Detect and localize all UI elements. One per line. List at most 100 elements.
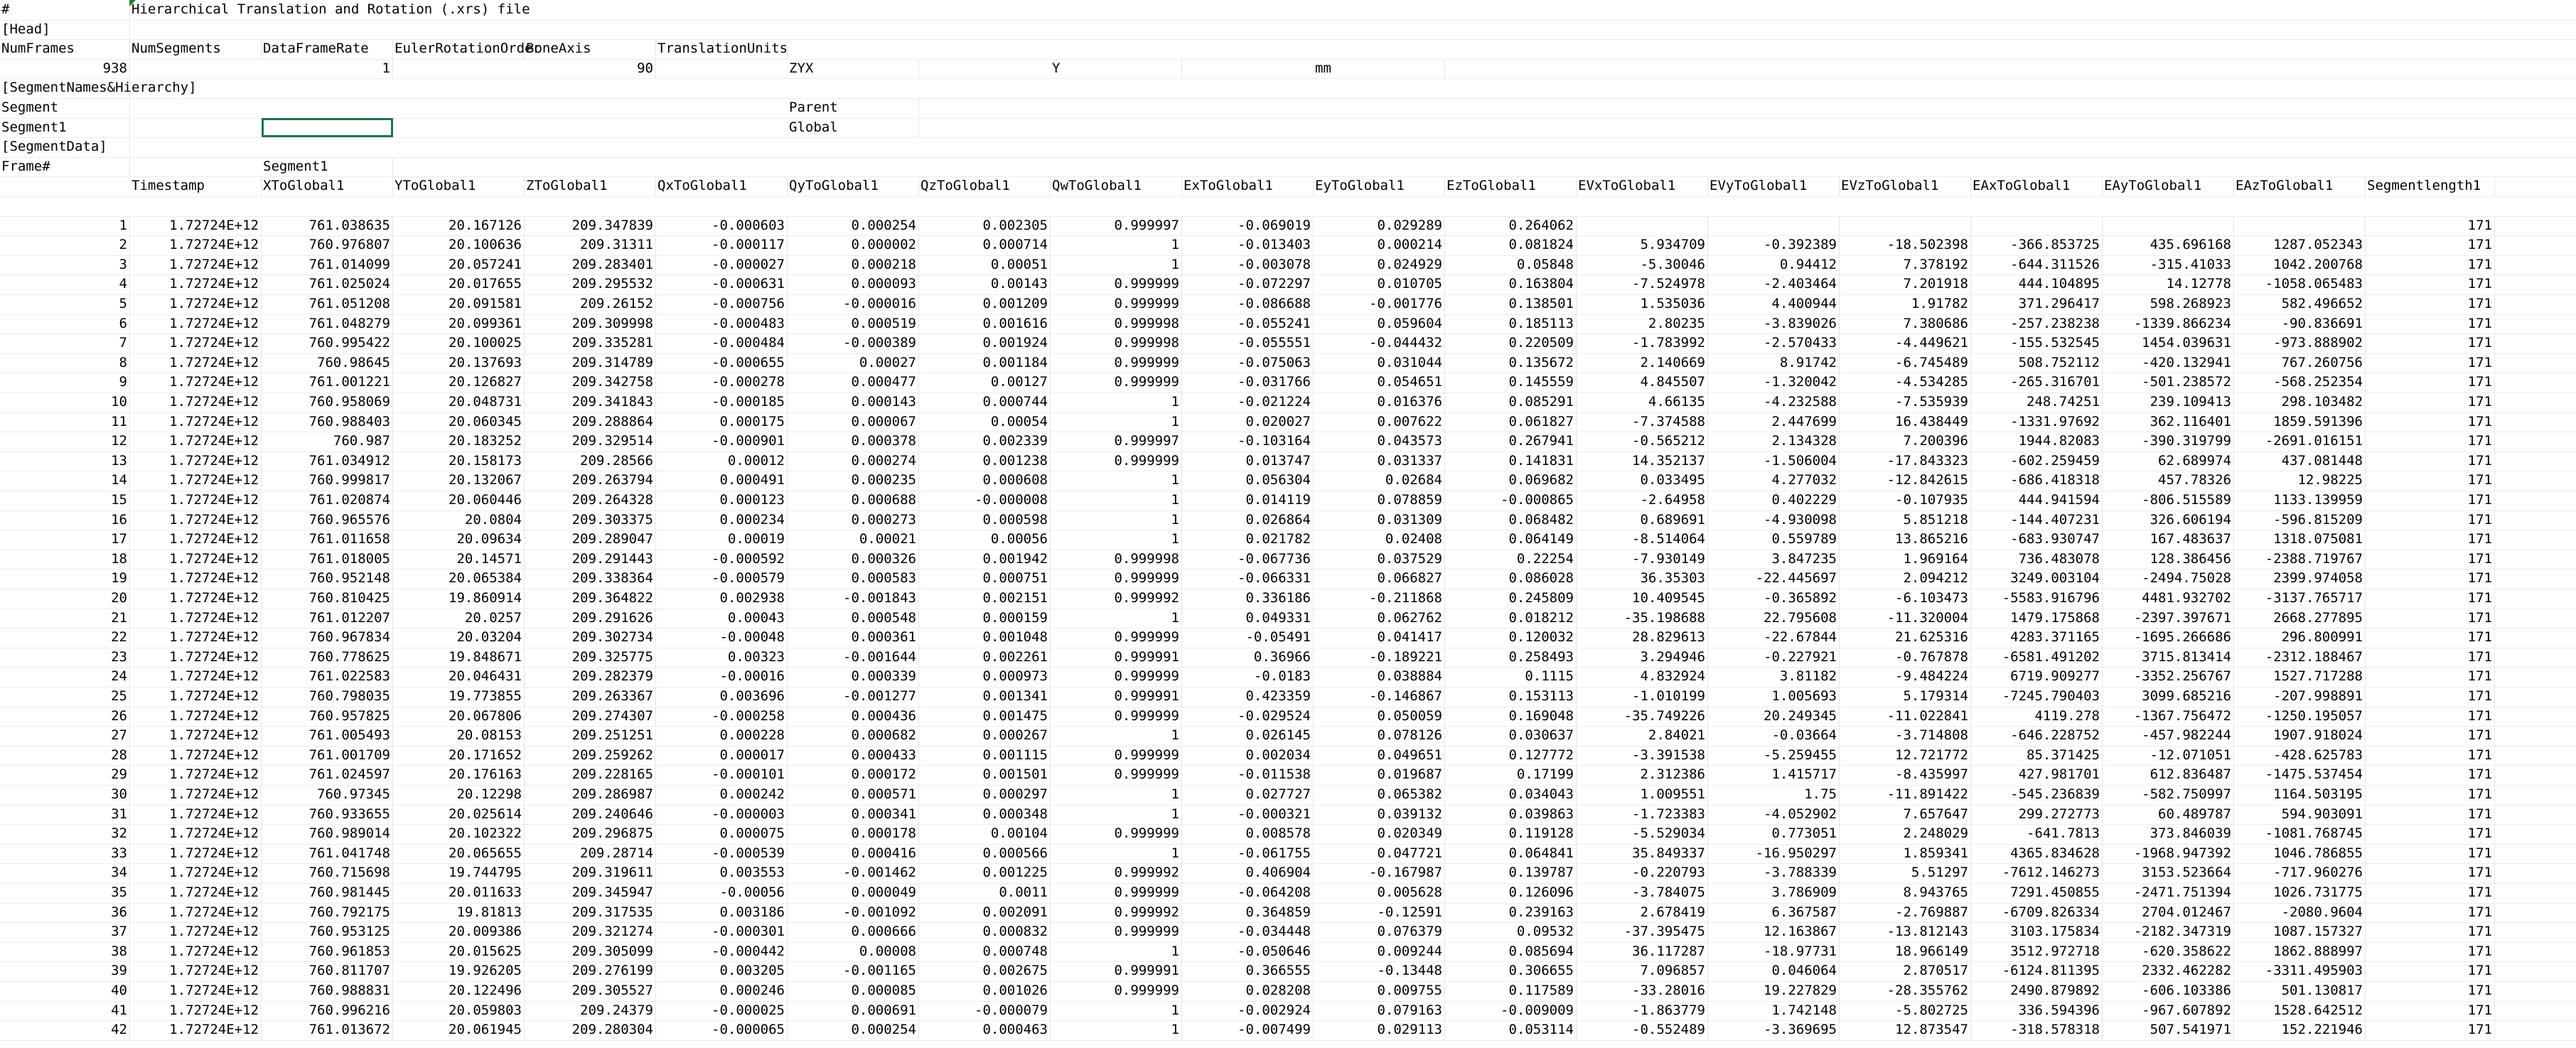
sheet-cell[interactable]: 7291.450855 bbox=[1971, 883, 2103, 903]
sheet-cell[interactable]: 171 bbox=[2366, 843, 2495, 864]
sheet-cell[interactable]: 2 bbox=[0, 235, 130, 255]
sheet-cell[interactable]: 760.989014 bbox=[262, 824, 393, 844]
sheet-cell[interactable]: 13.865216 bbox=[1840, 530, 1971, 550]
sheet-cell[interactable]: 3512.972718 bbox=[1971, 941, 2103, 962]
sheet-cell[interactable]: 0.000491 bbox=[656, 471, 788, 491]
sheet-cell[interactable]: 2.870517 bbox=[1840, 961, 1971, 981]
sheet-cell[interactable]: -0.001462 bbox=[788, 863, 919, 883]
sheet-cell[interactable]: 0.053114 bbox=[1445, 1020, 1577, 1040]
sheet-cell[interactable]: 0.999992 bbox=[1051, 902, 1182, 923]
sheet-cell[interactable]: 9 bbox=[0, 373, 130, 392]
sheet-cell[interactable]: 0.000143 bbox=[788, 392, 919, 412]
sheet-cell[interactable]: 0.000744 bbox=[919, 392, 1051, 412]
sheet-cell[interactable]: 0.999992 bbox=[1051, 863, 1182, 883]
sheet-cell[interactable]: 0.002261 bbox=[919, 647, 1051, 668]
sheet-cell[interactable]: 18 bbox=[0, 549, 130, 570]
sheet-cell[interactable]: 20.100636 bbox=[393, 235, 525, 255]
sheet-cell[interactable]: 19.744795 bbox=[393, 863, 525, 883]
sheet-cell[interactable]: 209.364822 bbox=[525, 589, 656, 609]
sheet-cell[interactable]: 209.263794 bbox=[525, 471, 656, 491]
sheet-cell[interactable]: -0.767878 bbox=[1840, 647, 1971, 668]
sheet-cell[interactable]: 0.014119 bbox=[1182, 491, 1314, 510]
sheet-cell[interactable]: 209.291626 bbox=[525, 608, 656, 629]
sheet-cell[interactable]: 30 bbox=[0, 785, 130, 805]
sheet-cell[interactable]: 21.625316 bbox=[1840, 628, 1971, 648]
sheet-cell[interactable]: 1.72724E+12 bbox=[130, 687, 262, 707]
sheet-cell[interactable]: -717.960276 bbox=[2234, 863, 2366, 883]
sheet-cell[interactable]: 0.0011 bbox=[919, 883, 1051, 903]
sheet-cell[interactable]: -0.167987 bbox=[1314, 863, 1445, 883]
sheet-cell[interactable]: -686.418318 bbox=[1971, 471, 2103, 491]
sheet-cell[interactable]: 20.048731 bbox=[393, 392, 525, 412]
sheet-cell[interactable]: 209.319611 bbox=[525, 863, 656, 883]
sheet-cell[interactable]: 0.000254 bbox=[788, 215, 919, 236]
sheet-cell[interactable]: 760.952148 bbox=[262, 569, 393, 589]
sheet-cell[interactable]: 171 bbox=[2366, 235, 2495, 255]
sheet-cell[interactable]: 20.167126 bbox=[393, 215, 525, 236]
sheet-cell[interactable]: 171 bbox=[2366, 706, 2495, 727]
sheet-cell[interactable]: -12.842615 bbox=[1840, 471, 1971, 491]
sheet-cell[interactable]: 760.981445 bbox=[262, 883, 393, 903]
sheet-cell[interactable]: 761.001221 bbox=[262, 373, 393, 392]
sheet-cell[interactable]: Y bbox=[1051, 58, 1182, 79]
sheet-cell[interactable]: -0.061755 bbox=[1182, 843, 1314, 864]
sheet-cell[interactable]: 0.267941 bbox=[1445, 432, 1577, 451]
sheet-cell[interactable]: 0.061827 bbox=[1445, 412, 1577, 432]
sheet-cell[interactable]: 1.72724E+12 bbox=[130, 785, 262, 805]
sheet-cell[interactable]: 20.14571 bbox=[393, 549, 525, 570]
sheet-cell[interactable]: 4481.932702 bbox=[2103, 589, 2234, 609]
sheet-cell[interactable]: 0.999999 bbox=[1051, 353, 1182, 373]
sheet-cell[interactable]: 0.064841 bbox=[1445, 843, 1577, 864]
sheet-cell[interactable]: 2.447699 bbox=[1708, 412, 1840, 432]
sheet-cell[interactable]: 209.240646 bbox=[525, 804, 656, 825]
sheet-cell[interactable]: 20.171652 bbox=[393, 745, 525, 766]
sheet-cell[interactable]: 760.798035 bbox=[262, 687, 393, 707]
sheet-cell[interactable]: 20.176163 bbox=[393, 765, 525, 785]
sheet-cell[interactable]: -17.843323 bbox=[1840, 451, 1971, 471]
sheet-cell[interactable]: -0.365892 bbox=[1708, 589, 1840, 609]
sheet-cell[interactable]: 1 bbox=[1051, 726, 1182, 746]
sheet-cell[interactable]: 0.000583 bbox=[788, 569, 919, 589]
sheet-cell[interactable]: 20.0257 bbox=[393, 608, 525, 629]
sheet-cell[interactable]: -3.391538 bbox=[1577, 745, 1708, 766]
sheet-cell[interactable]: 1046.786855 bbox=[2234, 843, 2366, 864]
sheet-cell[interactable]: 0.00051 bbox=[919, 255, 1051, 275]
sheet-cell[interactable]: ZYX bbox=[788, 58, 919, 79]
sheet-cell[interactable]: Hierarchical Translation and Rotation (.… bbox=[130, 0, 770, 20]
sheet-cell[interactable]: 209.341843 bbox=[525, 392, 656, 412]
sheet-cell[interactable] bbox=[1971, 215, 2103, 236]
sheet-cell[interactable]: -0.011538 bbox=[1182, 765, 1314, 785]
sheet-cell[interactable]: 20.03204 bbox=[393, 628, 525, 648]
sheet-cell[interactable]: 2668.277895 bbox=[2234, 608, 2366, 629]
sheet-cell[interactable]: 0.00012 bbox=[656, 451, 788, 471]
sheet-cell[interactable]: 12.98225 bbox=[2234, 471, 2366, 491]
sheet-cell[interactable]: 171 bbox=[2366, 785, 2495, 805]
sheet-cell[interactable]: 171 bbox=[2366, 647, 2495, 668]
sheet-cell[interactable]: 761.005493 bbox=[262, 726, 393, 746]
sheet-cell[interactable]: 209.282379 bbox=[525, 667, 656, 687]
sheet-cell[interactable]: -8.514064 bbox=[1577, 530, 1708, 550]
sheet-cell[interactable]: 0.000666 bbox=[788, 922, 919, 942]
sheet-cell[interactable]: -390.319799 bbox=[2103, 432, 2234, 451]
sheet-cell[interactable]: 0.034043 bbox=[1445, 785, 1577, 805]
sheet-cell[interactable]: -0.000321 bbox=[1182, 804, 1314, 825]
sheet-cell[interactable]: 0.119128 bbox=[1445, 824, 1577, 844]
sheet-cell[interactable]: 171 bbox=[2366, 941, 2495, 962]
sheet-cell[interactable]: 362.116401 bbox=[2103, 412, 2234, 432]
sheet-cell[interactable]: -0.227921 bbox=[1708, 647, 1840, 668]
sheet-cell[interactable]: 1.72724E+12 bbox=[130, 667, 262, 687]
sheet-cell[interactable]: 31 bbox=[0, 804, 130, 825]
sheet-cell[interactable]: -420.132941 bbox=[2103, 353, 2234, 373]
sheet-cell[interactable]: 5.51297 bbox=[1840, 863, 1971, 883]
sheet-cell[interactable]: 0.00019 bbox=[656, 530, 788, 550]
sheet-cell[interactable]: -0.075063 bbox=[1182, 353, 1314, 373]
sheet-cell[interactable]: 5.934709 bbox=[1577, 235, 1708, 255]
sheet-cell[interactable]: 0.031337 bbox=[1314, 451, 1445, 471]
sheet-cell[interactable]: -1339.866234 bbox=[2103, 314, 2234, 334]
sheet-cell[interactable]: 0.000123 bbox=[656, 491, 788, 510]
sheet-cell[interactable]: 1.72724E+12 bbox=[130, 804, 262, 825]
sheet-cell[interactable]: 1.72724E+12 bbox=[130, 373, 262, 392]
sheet-cell[interactable]: 20.057241 bbox=[393, 255, 525, 275]
sheet-cell[interactable]: Segment bbox=[0, 98, 130, 118]
sheet-cell[interactable]: 171 bbox=[2366, 863, 2495, 883]
